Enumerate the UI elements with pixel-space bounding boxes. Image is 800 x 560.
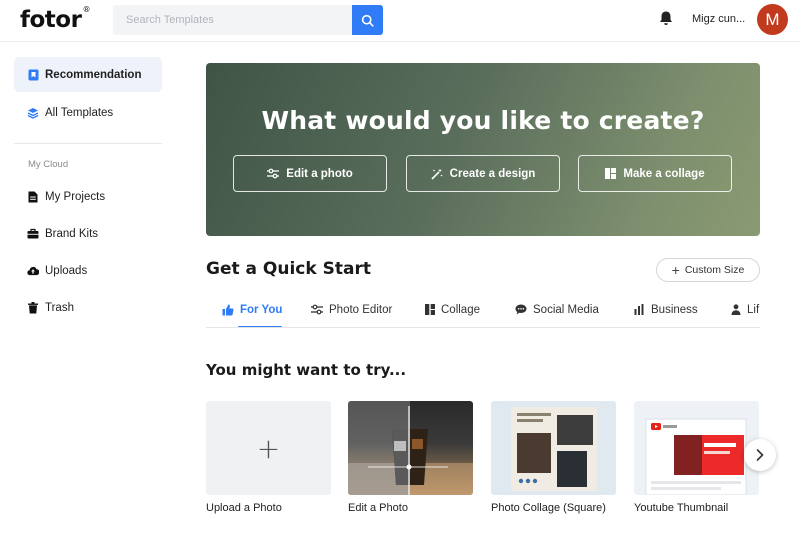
bell-icon [658, 10, 674, 27]
sidebar-item-label: Brand Kits [45, 227, 99, 240]
sidebar-item-recommendation[interactable]: Recommendation [14, 57, 162, 92]
create-a-design-label: Create a design [449, 167, 536, 180]
sidebar-item-label: Recommendation [45, 68, 142, 81]
fotor-logo[interactable]: fotor® [20, 5, 90, 33]
sidebar-item-label: Trash [45, 301, 74, 314]
search-input[interactable] [113, 5, 351, 35]
user-name[interactable]: Migz cun... [692, 13, 745, 25]
iced-drink-image [348, 401, 473, 495]
chevron-right-icon [756, 449, 764, 461]
custom-size-label: Custom Size [684, 264, 745, 276]
tab-business[interactable]: Business [634, 292, 698, 327]
search-bar [113, 5, 383, 35]
tab-label: Collage [441, 303, 480, 316]
sidebar-section-label: My Cloud [28, 159, 69, 170]
tab-for-you[interactable]: For You [222, 292, 283, 327]
sidebar: Recommendation All Templates My Cloud My… [0, 43, 180, 560]
logo-registered-mark: ® [82, 5, 90, 15]
notifications-button[interactable] [656, 8, 676, 28]
tab-life[interactable]: Lif [731, 292, 759, 327]
sidebar-item-label: My Projects [45, 190, 106, 203]
briefcase-icon [27, 228, 39, 240]
hero-banner: What would you like to create? Edit a ph… [206, 63, 760, 236]
quick-start-title: Get a Quick Start [206, 259, 371, 279]
carousel-next-button[interactable] [744, 439, 776, 471]
card-label: Upload a Photo [206, 502, 282, 514]
top-bar: fotor® Migz cun... M [0, 0, 800, 42]
sidebar-item-trash[interactable]: Trash [14, 290, 162, 325]
sidebar-divider [14, 143, 162, 144]
search-icon [361, 14, 374, 27]
sidebar-item-label: All Templates [45, 106, 114, 119]
edit-a-photo-button[interactable]: Edit a photo [233, 155, 387, 192]
bar-chart-icon [634, 304, 645, 315]
tab-collage[interactable]: Collage [425, 292, 480, 327]
custom-size-button[interactable]: + Custom Size [656, 258, 760, 282]
sliders-icon [311, 304, 323, 315]
category-tabs: For You Photo Editor Collage Social Medi… [206, 292, 760, 328]
layers-icon [27, 107, 39, 119]
create-a-design-button[interactable]: Create a design [406, 155, 560, 192]
magic-wand-icon [431, 168, 443, 180]
youtube-preview-image [645, 418, 747, 495]
sliders-icon [267, 168, 280, 179]
tab-label: Photo Editor [329, 303, 393, 316]
hero-title: What would you like to create? [261, 106, 705, 135]
card-label: Edit a Photo [348, 502, 408, 514]
sidebar-item-all-templates[interactable]: All Templates [14, 95, 162, 130]
edit-photo-thumbnail [348, 401, 473, 495]
search-button[interactable] [352, 5, 383, 35]
collage-icon [605, 168, 617, 179]
tab-label: Business [651, 303, 698, 316]
collage-preview-image [511, 407, 597, 491]
person-icon [731, 304, 741, 315]
sidebar-item-brand-kits[interactable]: Brand Kits [14, 216, 162, 251]
card-youtube-thumbnail[interactable]: Youtube Thumbnail [634, 401, 759, 515]
tab-social-media[interactable]: Social Media [515, 292, 599, 327]
trash-icon [27, 301, 39, 314]
sidebar-item-uploads[interactable]: Uploads [14, 253, 162, 288]
tab-label: For You [240, 303, 283, 316]
card-label: Photo Collage (Square) [491, 502, 606, 514]
avatar[interactable]: M [757, 4, 788, 35]
plus-icon: + [671, 262, 680, 278]
youtube-thumbnail-preview [634, 401, 759, 495]
bookmark-icon [27, 69, 39, 81]
tab-label: Lif [747, 303, 760, 316]
make-a-collage-button[interactable]: Make a collage [578, 155, 732, 192]
edit-a-photo-label: Edit a photo [286, 167, 353, 180]
photo-collage-thumbnail [491, 401, 616, 495]
cloud-upload-icon [27, 265, 39, 277]
card-photo-collage-square[interactable]: Photo Collage (Square) [491, 401, 616, 515]
card-upload-a-photo[interactable]: + Upload a Photo [206, 401, 331, 515]
card-label: Youtube Thumbnail [634, 502, 729, 514]
card-edit-a-photo[interactable]: Edit a Photo [348, 401, 473, 515]
tab-photo-editor[interactable]: Photo Editor [311, 292, 392, 327]
sidebar-item-my-projects[interactable]: My Projects [14, 179, 162, 214]
sidebar-item-label: Uploads [45, 264, 88, 277]
thumbs-up-icon [222, 304, 234, 316]
tab-label: Social Media [533, 303, 599, 316]
collage-icon [425, 304, 435, 315]
chat-icon [515, 304, 527, 315]
logo-text: fotor [20, 7, 82, 33]
plus-icon: + [256, 431, 281, 465]
make-a-collage-label: Make a collage [623, 167, 705, 180]
document-icon [27, 191, 39, 203]
suggestions-title: You might want to try... [206, 361, 407, 379]
upload-thumbnail: + [206, 401, 331, 495]
